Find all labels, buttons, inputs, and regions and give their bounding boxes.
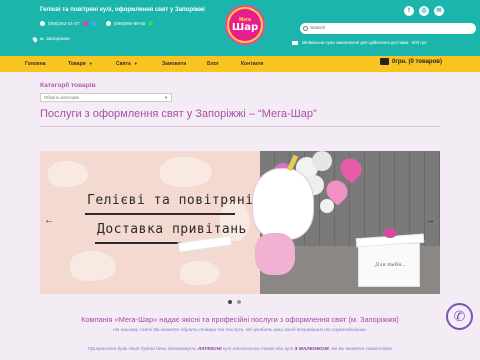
categories-label: Категорії товарів xyxy=(40,82,96,89)
cart-button[interactable]: 0грн. (0 товаров) xyxy=(380,58,442,65)
phone-1[interactable]: (066)262-31-07 xyxy=(48,21,80,26)
nav-products-label: Товари xyxy=(68,61,86,67)
chevron-down-icon: ▼ xyxy=(164,95,168,100)
nav-contacts[interactable]: Контакти xyxy=(241,61,263,67)
slide-heading-2: Доставка привітань xyxy=(97,222,247,237)
gift-box-text: Для тебя... xyxy=(375,262,406,268)
site-tagline: Гелієві та повітряні кулі, оформлення св… xyxy=(40,7,205,13)
search-placeholder: Search xyxy=(310,26,326,31)
child-figure xyxy=(255,233,295,275)
slider-dot-1[interactable] xyxy=(228,300,232,304)
pattern-spot xyxy=(180,261,220,285)
viber-icon[interactable] xyxy=(82,21,88,26)
about-text-2-b: кулі пастельних тонів або кулі xyxy=(221,347,295,352)
chevron-down-icon: ▼ xyxy=(88,61,93,66)
pictured-highlight[interactable]: З МАЛЮНКОМ xyxy=(294,347,328,352)
about-text-2-a: Прикрасити будь-який будній день допомож… xyxy=(88,347,199,352)
latex-highlight[interactable]: ЛАТЕКСНІ xyxy=(198,347,222,352)
unicorn-balloon xyxy=(253,169,313,239)
about-headline: Компанія «Мега-Шар» надає якісні та проф… xyxy=(81,315,399,324)
logo-badge: Мега Шар xyxy=(229,9,261,41)
category-select-value: Оберіть категорію xyxy=(44,95,79,100)
cart-icon xyxy=(380,58,389,65)
nav-holidays[interactable]: Свята ▼ xyxy=(116,61,138,67)
delivery-note: Мінімальна сума замовлення для здійсненн… xyxy=(292,40,426,45)
gift-box-lid xyxy=(177,235,233,253)
telegram-icon[interactable] xyxy=(90,21,96,26)
chevron-down-icon: ▼ xyxy=(133,61,138,66)
location-pin-icon xyxy=(31,36,39,43)
phone-list: (066)262-31-07 (098)866-99-55 xyxy=(40,21,154,26)
truck-icon xyxy=(292,40,298,45)
main-nav: Головна Товари ▼ Свята ▼ Замовити Блог Кон… xyxy=(0,56,480,72)
nav-home[interactable]: Головна xyxy=(25,61,46,67)
about-text: На нашому сайті Ви можете обрати товари … xyxy=(113,328,367,333)
page-title: Послуги з оформлення свят у Запоріжжі – … xyxy=(40,108,317,120)
slider-dot-2[interactable] xyxy=(237,300,241,304)
divider xyxy=(40,126,440,127)
hero-slider[interactable]: Гелієві та повітряні кулі Доставка приві… xyxy=(40,151,440,294)
slider-next-arrow-icon[interactable]: → xyxy=(424,215,436,227)
gift-bow xyxy=(383,228,397,238)
pattern-spot xyxy=(70,251,116,281)
phone-icon xyxy=(40,21,45,26)
address: м. Запоріжжя xyxy=(31,36,70,43)
nav-blog[interactable]: Блог xyxy=(207,61,219,67)
nav-order[interactable]: Замовити xyxy=(162,61,186,67)
facebook-icon[interactable]: f xyxy=(404,6,414,16)
nav-products[interactable]: Товари ▼ xyxy=(68,61,93,67)
search-input[interactable]: Search xyxy=(300,23,476,34)
underline xyxy=(85,213,235,215)
pattern-spot xyxy=(160,157,212,187)
email-icon[interactable]: ✉ xyxy=(434,6,444,16)
gift-box: Для тебя... xyxy=(355,228,425,287)
nav-holidays-label: Свята xyxy=(116,61,131,67)
category-select[interactable]: Оберіть категорію ▼ xyxy=(40,93,172,102)
about-text-2: Прикрасити будь-який будній день допомож… xyxy=(0,347,480,352)
search-icon xyxy=(303,26,308,31)
call-phone-icon[interactable]: ✆ xyxy=(446,303,473,330)
cart-total: 0грн. (0 товаров) xyxy=(392,58,442,65)
pattern-spot xyxy=(48,161,88,187)
logo-text-bottom: Шар xyxy=(231,21,259,33)
balloon xyxy=(312,151,332,171)
whatsapp-icon[interactable] xyxy=(148,21,154,26)
instagram-icon[interactable]: ◎ xyxy=(419,6,429,16)
address-text: м. Запоріжжя xyxy=(40,37,70,42)
phone-2[interactable]: (098)866-99-55 xyxy=(114,21,146,26)
about-text-2-c: , які Ви можете самостійно xyxy=(328,347,392,352)
slider-dots xyxy=(228,300,241,304)
delivery-note-text: Мінімальна сума замовлення для здійсненн… xyxy=(302,40,427,45)
balloon xyxy=(320,199,334,213)
slider-prev-arrow-icon[interactable]: ← xyxy=(43,215,55,227)
site-logo[interactable]: Мега Шар xyxy=(225,5,265,45)
phone-icon xyxy=(105,21,111,26)
header-bar: Гелієві та повітряні кулі, оформлення св… xyxy=(0,0,480,56)
